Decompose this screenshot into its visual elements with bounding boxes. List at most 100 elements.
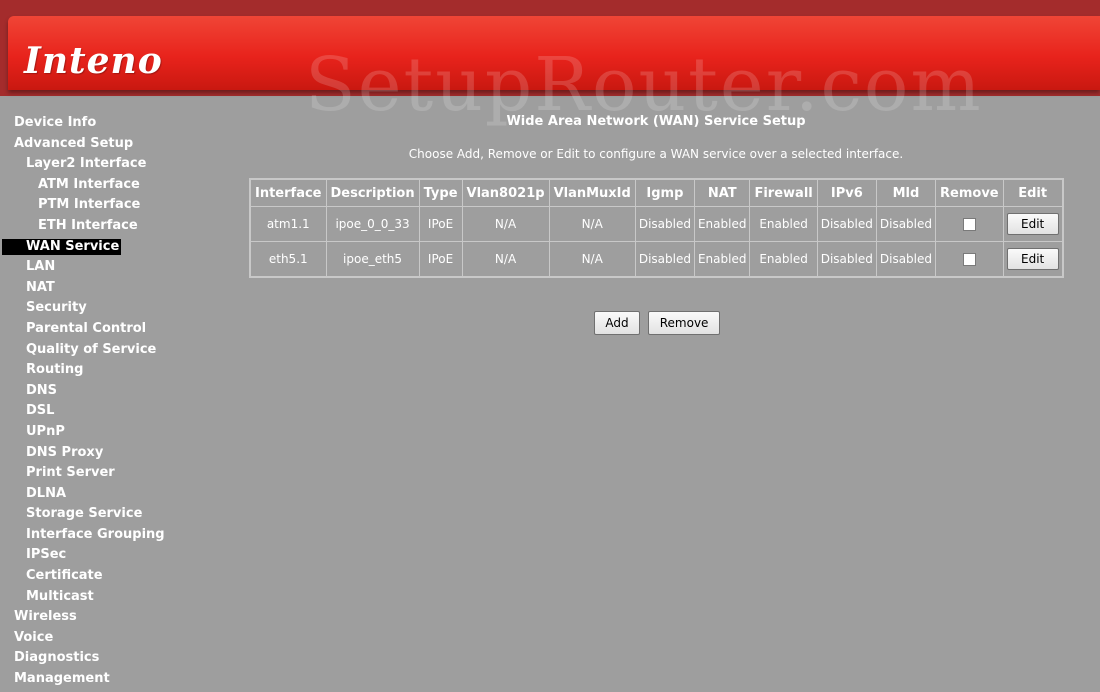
cell-mld: Disabled [875,241,937,278]
col-description: Description [325,178,420,207]
remove-checkbox[interactable] [962,253,976,266]
table-row: eth5.1 ipoe_eth5 IPoE N/A N/A Disabled E… [249,241,1064,278]
sidebar-item-routing[interactable]: Routing [0,360,200,381]
sidebar-item-dsl[interactable]: DSL [0,401,200,422]
add-button[interactable]: Add [594,311,640,335]
sidebar-item-dlna[interactable]: DLNA [0,484,200,505]
page-description: Choose Add, Remove or Edit to configure … [408,147,904,161]
sidebar-item-label: Routing [26,362,84,378]
action-buttons: Add Remove [594,311,723,335]
cell-description: ipoe_0_0_33 [325,206,420,242]
sidebar-item-label: WAN Service [2,238,121,255]
col-type: Type [418,178,463,207]
remove-button[interactable]: Remove [648,311,721,335]
sidebar-item-quality-of-service[interactable]: Quality of Service [0,340,200,361]
col-interface: Interface [249,178,327,207]
cell-igmp: Disabled [634,206,695,242]
sidebar-item-label: Security [26,300,87,316]
sidebar-item-label: Device Info [14,115,97,130]
cell-mld: Disabled [875,206,937,242]
sidebar-item-label: Management [14,671,110,687]
sidebar-item-label: Interface Grouping [26,526,165,542]
cell-vlanmuxid: N/A [548,206,636,242]
col-nat: NAT [693,178,751,207]
sidebar-item-label: IPSec [26,547,67,563]
sidebar-item-advanced-setup[interactable]: Advanced Setup [0,134,200,155]
cell-vlan8021p: N/A [461,206,550,242]
sidebar-item-ptm-interface[interactable]: PTM Interface [0,195,200,216]
sidebar-item-storage-service[interactable]: Storage Service [0,504,200,525]
cell-ipv6: Disabled [816,206,877,242]
sidebar-item-lan[interactable]: LAN [0,257,200,278]
col-vlanmuxid: VlanMuxId [548,178,636,207]
wan-service-table: Interface Description Type Vlan8021p Vla… [249,178,1064,278]
sidebar-item-label: Voice [14,629,54,645]
cell-vlanmuxid: N/A [548,241,636,278]
sidebar-nav: Device Info Advanced Setup Layer2 Interfac… [0,113,200,690]
cell-vlan8021p: N/A [461,241,550,278]
sidebar-item-atm-interface[interactable]: ATM Interface [0,175,200,196]
sidebar-item-label: DNS [26,382,58,398]
sidebar-item-label: Parental Control [26,320,147,336]
cell-remove [935,206,1004,242]
sidebar-item-label: Layer2 Interface [26,156,147,172]
sidebar-item-ipsec[interactable]: IPSec [0,545,200,566]
col-remove: Remove [935,178,1004,207]
sidebar-item-label: DNS Proxy [26,444,104,460]
page-title: Wide Area Network (WAN) Service Setup [506,114,806,129]
sidebar-item-label: Wireless [14,609,77,625]
sidebar-item-wireless[interactable]: Wireless [0,607,200,628]
sidebar-item-label: Storage Service [26,506,143,522]
sidebar-item-wan-service[interactable]: WAN Service [0,237,200,258]
sidebar-item-label: Diagnostics [14,650,100,666]
col-igmp: Igmp [634,178,695,207]
sidebar-item-label: Quality of Service [26,341,157,357]
sidebar-item-label: LAN [26,259,56,275]
col-mld: Mld [875,178,937,207]
cell-edit: Edit [1002,241,1064,278]
sidebar-item-interface-grouping[interactable]: Interface Grouping [0,525,200,546]
table-header-row: Interface Description Type Vlan8021p Vla… [249,178,1064,207]
sidebar-item-label: UPnP [26,423,65,439]
sidebar-item-label: ETH Interface [38,217,138,233]
sidebar-item-label: ATM Interface [38,176,140,192]
cell-description: ipoe_eth5 [325,241,420,278]
sidebar-item-certificate[interactable]: Certificate [0,566,200,587]
sidebar-item-nat[interactable]: NAT [0,278,200,299]
cell-igmp: Disabled [634,241,695,278]
sidebar-item-security[interactable]: Security [0,298,200,319]
edit-button[interactable]: Edit [1006,213,1059,235]
sidebar-item-voice[interactable]: Voice [0,628,200,649]
cell-firewall: Enabled [749,241,818,278]
remove-checkbox[interactable] [962,218,976,231]
col-vlan8021p: Vlan8021p [461,178,550,207]
sidebar-item-label: PTM Interface [38,197,141,213]
sidebar-item-label: NAT [26,279,55,295]
sidebar-item-label: DSL [26,403,55,419]
sidebar-item-multicast[interactable]: Multicast [0,587,200,608]
sidebar-item-dns[interactable]: DNS [0,381,200,402]
sidebar-item-layer2-interface[interactable]: Layer2 Interface [0,154,200,175]
edit-button[interactable]: Edit [1006,248,1059,270]
sidebar-item-print-server[interactable]: Print Server [0,463,200,484]
sidebar-item-upnp[interactable]: UPnP [0,422,200,443]
sidebar-item-device-info[interactable]: Device Info [0,113,200,134]
col-firewall: Firewall [749,178,818,207]
sidebar-item-parental-control[interactable]: Parental Control [0,319,200,340]
inteno-logo: Inteno [24,40,163,82]
sidebar-item-dns-proxy[interactable]: DNS Proxy [0,443,200,464]
sidebar-item-label: Certificate [26,568,103,584]
sidebar-item-label: Print Server [26,465,115,481]
cell-interface: eth5.1 [249,241,327,278]
col-edit: Edit [1002,178,1064,207]
sidebar-item-management[interactable]: Management [0,669,200,690]
col-ipv6: IPv6 [816,178,877,207]
cell-nat: Enabled [693,241,751,278]
table-row: atm1.1 ipoe_0_0_33 IPoE N/A N/A Disabled… [249,206,1064,242]
sidebar-item-label: Advanced Setup [14,135,134,151]
cell-interface: atm1.1 [249,206,327,242]
sidebar-item-diagnostics[interactable]: Diagnostics [0,648,200,669]
cell-type: IPoE [418,206,463,242]
cell-nat: Enabled [693,206,751,242]
sidebar-item-eth-interface[interactable]: ETH Interface [0,216,200,237]
